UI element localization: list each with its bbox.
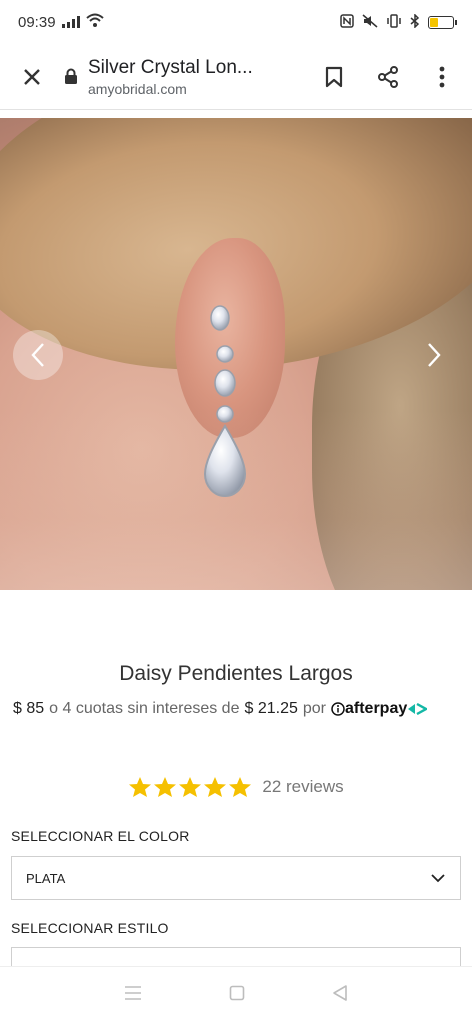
star-icon [154,777,177,797]
bookmark-icon[interactable] [310,53,358,101]
menu-icon[interactable] [124,985,142,1006]
url-block[interactable]: Silver Crystal Lon... amyobridal.com [88,56,278,98]
battery-icon [428,15,457,29]
battery-level [430,17,438,27]
product-price: $ 85 [13,700,45,717]
back-icon[interactable] [332,984,348,1007]
star-icon [179,777,202,797]
afterpay-text: afterpay [345,700,408,717]
afterpay-arrows-icon [408,703,428,715]
bluetooth-icon [410,12,420,31]
price-line: $ 85 o 4 cuotas sin intereses de $ 21.25… [13,700,462,718]
style-section-label: SELECCIONAR ESTILO [11,920,169,936]
earring-illustration [203,305,247,497]
star-icon [204,777,227,797]
mute-icon [362,13,378,31]
home-icon[interactable] [229,985,245,1006]
more-icon[interactable] [418,53,466,101]
installments-text: o 4 cuotas sin intereses de [49,700,240,717]
status-bar: 09:39 [0,0,472,44]
share-icon[interactable] [364,53,412,101]
star-rating [128,776,252,798]
signal-icon [61,16,80,28]
browser-toolbar: Silver Crystal Lon... amyobridal.com [0,44,472,110]
rating[interactable]: 22 reviews [0,776,472,798]
status-time: 09:39 [18,13,56,31]
star-icon [129,777,152,797]
reviews-link[interactable]: 22 reviews [262,777,343,797]
nfc-icon [340,13,354,31]
gallery-prev-button[interactable] [13,330,63,380]
color-select[interactable]: PLATA [11,856,461,900]
gallery-next-button[interactable] [409,330,459,380]
por-text: por [302,700,326,717]
chevron-down-icon [431,874,445,883]
page-url: amyobridal.com [88,80,187,97]
page-title: Silver Crystal Lon... [88,56,253,78]
star-icon [229,777,252,797]
installment-amount: $ 21.25 [244,700,298,717]
color-section-label: SELECCIONAR EL COLOR [11,828,190,844]
system-nav-bar [0,966,472,1024]
vibrate-icon [386,13,402,31]
color-select-value: PLATA [26,870,66,886]
product-name: Daisy Pendientes Largos [119,662,353,685]
close-icon[interactable] [8,53,56,101]
afterpay-info-icon [331,702,345,716]
chevron-left-icon [31,343,44,367]
afterpay-logo[interactable]: afterpay [331,700,428,718]
product-image[interactable] [0,118,472,590]
lock-icon[interactable] [62,68,80,85]
wifi-icon [85,13,104,31]
chevron-right-icon [428,343,441,367]
